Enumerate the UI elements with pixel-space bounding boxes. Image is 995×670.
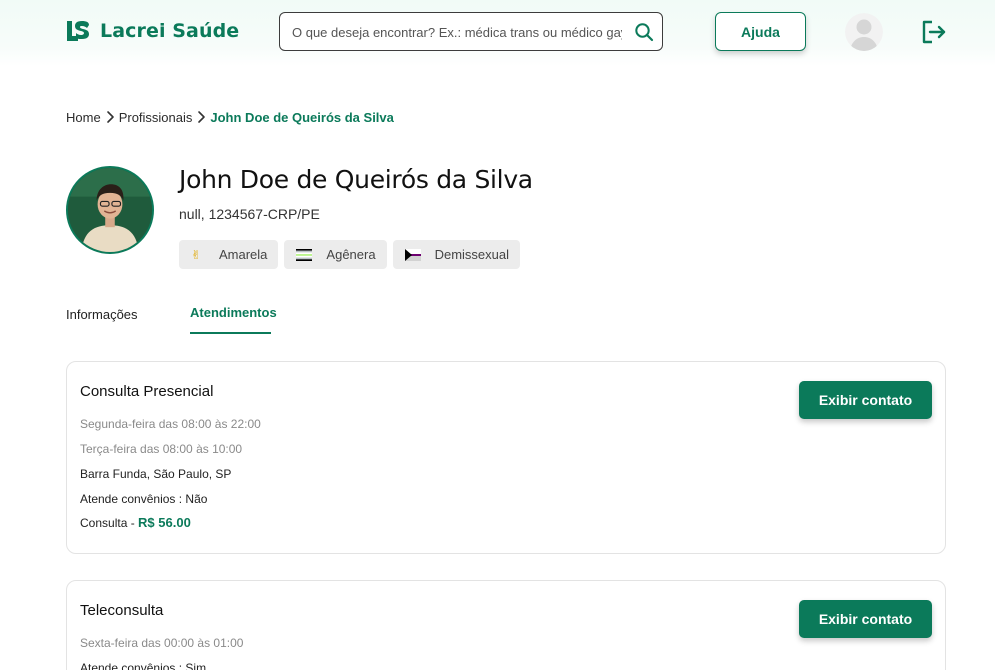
search-icon[interactable] [634, 22, 654, 42]
tag-amarela: ✌ Amarela [179, 240, 279, 269]
help-button[interactable]: Ajuda [715, 12, 806, 51]
professional-registration: null, 1234567-CRP/PE [179, 206, 320, 222]
service-card-teleconsulta: Teleconsulta Sexta-feira das 00:00 às 01… [66, 580, 946, 670]
schedule-line: Terça-feira das 08:00 às 10:00 [80, 442, 243, 456]
tab-informacoes[interactable]: Informações [66, 307, 138, 322]
service-location: Barra Funda, São Paulo, SP [80, 467, 232, 481]
schedule-line: Segunda-feira das 08:00 às 22:00 [80, 417, 261, 431]
show-contact-button[interactable]: Exibir contato [799, 381, 932, 419]
breadcrumb-profissionais[interactable]: Profissionais [119, 110, 193, 125]
service-title: Consulta Presencial [80, 383, 214, 400]
service-price: Consulta - R$ 56.00 [80, 515, 191, 530]
lacrei-logo[interactable]: Lacrei Saúde [66, 18, 239, 44]
tag-demissexual: Demissexual [392, 240, 520, 269]
service-insurance: Atende convênios : Não [80, 492, 208, 506]
top-header: Lacrei Saúde Ajuda [0, 0, 995, 66]
search-box[interactable] [279, 12, 663, 51]
tag-label: Agênera [326, 247, 376, 262]
search-input[interactable] [292, 22, 622, 42]
service-card-presencial: Consulta Presencial Segunda-feira das 08… [66, 361, 946, 554]
peace-hand-icon: ✌ [191, 247, 202, 262]
tag-label: Demissexual [434, 247, 509, 262]
lacrei-logo-icon [67, 21, 89, 41]
breadcrumb-home[interactable]: Home [66, 110, 101, 125]
price-value: R$ 56.00 [138, 515, 191, 530]
service-title: Teleconsulta [80, 602, 164, 619]
logout-icon[interactable] [920, 18, 948, 46]
user-avatar-icon[interactable] [845, 13, 883, 51]
breadcrumb-current: John Doe de Queirós da Silva [210, 109, 394, 125]
agender-flag-icon [296, 248, 313, 261]
tab-atendimentos[interactable]: Atendimentos [190, 305, 277, 320]
chevron-right-icon [198, 111, 206, 123]
tag-label: Amarela [219, 247, 268, 262]
demisexual-flag-icon [404, 248, 421, 261]
logo-text: Lacrei Saúde [100, 20, 240, 42]
professional-name: John Doe de Queirós da Silva [179, 165, 533, 194]
chevron-right-icon [106, 111, 114, 123]
active-tab-indicator [190, 332, 271, 334]
profile-photo [66, 166, 154, 254]
breadcrumb: Home Profissionais John Doe de Queirós d… [66, 108, 394, 126]
service-insurance: Atende convênios : Sim [80, 661, 207, 670]
tag-agenera: Agênera [284, 240, 387, 269]
price-label: Consulta - [80, 516, 139, 530]
identity-tags: ✌ Amarela Agênera Demissexual [179, 240, 520, 269]
schedule-line: Sexta-feira das 00:00 às 01:00 [80, 636, 244, 650]
show-contact-button[interactable]: Exibir contato [799, 600, 932, 638]
